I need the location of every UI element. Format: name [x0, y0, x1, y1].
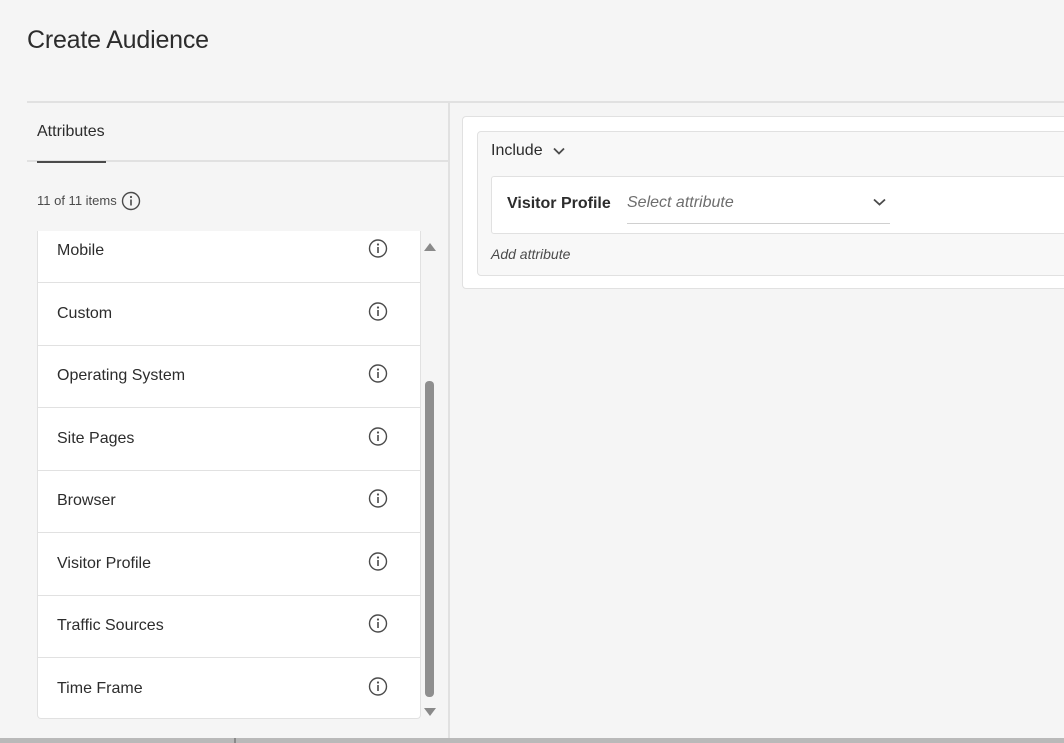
list-item-label: Mobile: [57, 242, 105, 259]
scroll-down-arrow-icon[interactable]: [424, 703, 436, 721]
list-item[interactable]: Visitor Profile: [38, 533, 420, 596]
attribute-name: Visitor Profile: [507, 195, 611, 212]
tab-active-indicator: [37, 161, 106, 163]
info-icon[interactable]: [368, 302, 388, 327]
attribute-row: Visitor Profile Select attribute: [491, 176, 1064, 234]
bottom-scrollbar-marker: [234, 738, 236, 743]
info-icon[interactable]: [368, 552, 388, 577]
list-item[interactable]: Traffic Sources: [38, 595, 420, 658]
list-item-label: Browser: [57, 492, 116, 509]
info-icon[interactable]: [368, 614, 388, 639]
list-scrollbar[interactable]: [421, 233, 439, 719]
chevron-down-icon: [873, 198, 886, 206]
tab-attributes[interactable]: Attributes: [37, 123, 105, 141]
page-title: Create Audience: [27, 26, 209, 54]
chevron-down-icon: [552, 147, 565, 155]
attribute-list: Mobile Custom Operating System Site Page…: [37, 231, 421, 719]
list-item[interactable]: Operating System: [38, 345, 420, 408]
list-item[interactable]: Browser: [38, 470, 420, 533]
bottom-scrollbar[interactable]: [0, 738, 1064, 743]
list-item-label: Traffic Sources: [57, 617, 164, 634]
list-item-label: Visitor Profile: [57, 555, 151, 572]
info-icon[interactable]: [368, 364, 388, 389]
list-item-label: Operating System: [57, 367, 186, 384]
scroll-up-arrow-icon[interactable]: [424, 238, 436, 256]
add-attribute-link[interactable]: Add attribute: [491, 246, 570, 262]
include-group: Include Visitor Profile Select attribute…: [477, 131, 1064, 276]
list-item[interactable]: Mobile: [38, 231, 420, 283]
include-label: Include: [491, 142, 543, 159]
list-item[interactable]: Site Pages: [38, 408, 420, 471]
list-item[interactable]: Custom: [38, 283, 420, 346]
rule-builder-card: Include Visitor Profile Select attribute…: [462, 116, 1064, 289]
list-item-label: Custom: [57, 305, 113, 322]
info-icon[interactable]: [368, 489, 388, 514]
info-icon[interactable]: [121, 191, 141, 216]
info-icon[interactable]: [368, 427, 388, 452]
info-icon[interactable]: [368, 677, 388, 702]
list-item-label: Site Pages: [57, 430, 135, 447]
list-item-label: Time Frame: [57, 680, 143, 697]
item-count: 11 of 11 items: [37, 193, 117, 208]
panel-divider: [448, 103, 450, 743]
info-icon[interactable]: [368, 239, 388, 264]
select-placeholder: Select attribute: [627, 194, 734, 211]
list-item[interactable]: Time Frame: [38, 658, 420, 718]
scroll-thumb[interactable]: [425, 381, 434, 697]
include-dropdown[interactable]: Include: [491, 142, 565, 160]
select-attribute-dropdown[interactable]: Select attribute: [627, 189, 890, 224]
attributes-panel: Attributes 11 of 11 items Mobile Custom …: [27, 103, 448, 743]
